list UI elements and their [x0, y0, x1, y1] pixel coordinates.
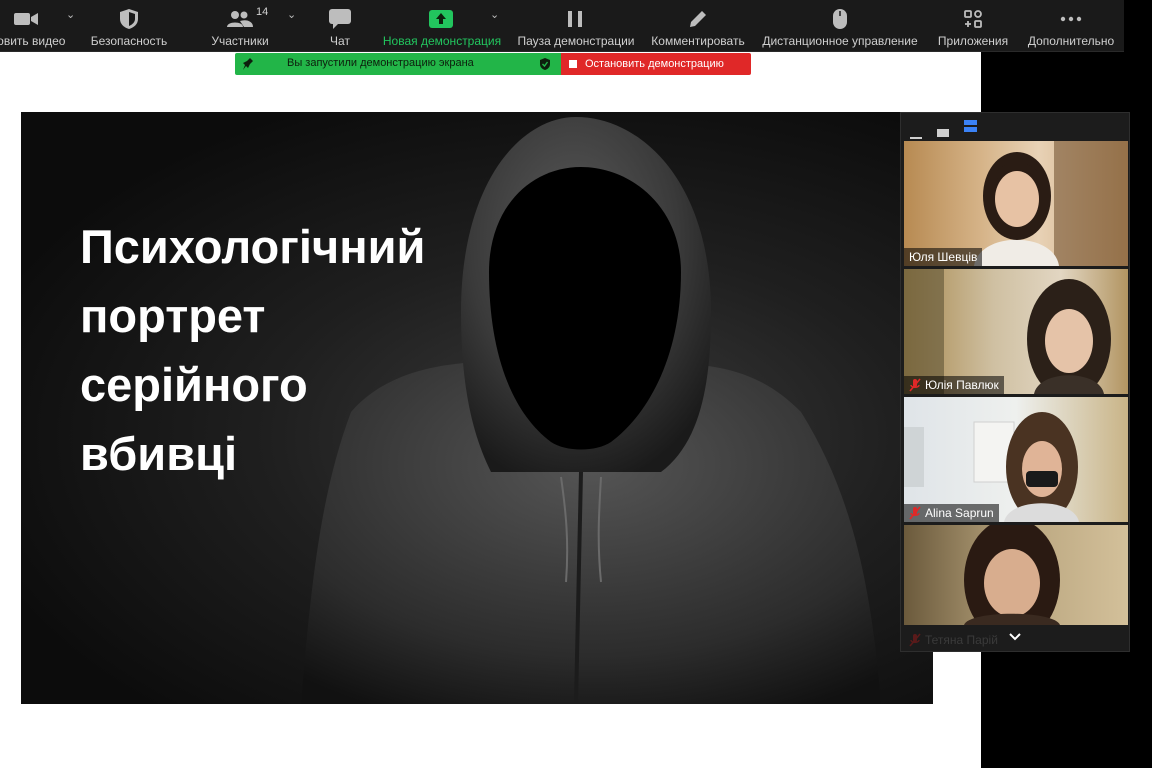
slide-title-line: Психологічний [80, 220, 426, 273]
new-share-label: Новая демонстрация [382, 34, 502, 48]
sharing-status[interactable]: Вы запустили демонстрацию экрана [235, 53, 561, 75]
chevron-down-icon[interactable] [1009, 629, 1021, 644]
participants-button[interactable]: 14 ⌄ Участники [203, 0, 296, 52]
participant-name-label: Тетяна Парій [925, 633, 998, 647]
participant-video-tile[interactable]: Юля Шевців [904, 141, 1128, 266]
slide-title-line: портрет [80, 289, 266, 342]
gallery-strip-icon[interactable] [964, 120, 977, 138]
apps-icon [963, 9, 983, 29]
share-status-banner: Вы запустили демонстрацию экрана Останов… [235, 53, 751, 75]
new-share-button[interactable]: ⌄ Новая демонстрация [380, 0, 504, 52]
participant-name: Alina Saprun [904, 504, 999, 522]
video-gallery-panel: Юля Шевців Юлія Павлюк Alina Saprun Тетя… [900, 112, 1130, 652]
chevron-down-icon[interactable]: ⌄ [287, 8, 296, 21]
pencil-icon [688, 9, 708, 29]
muted-mic-icon [909, 633, 921, 647]
participant-name-label: Юлія Павлюк [925, 378, 999, 392]
more-dots-icon [1060, 9, 1082, 29]
participant-video-tile[interactable]: Юлія Павлюк [904, 269, 1128, 394]
participant-video-image [964, 525, 1060, 625]
remote-control-label: Дистанционное управление [762, 34, 918, 48]
stop-share-label: Остановить демонстрацию [585, 58, 724, 70]
gallery-view-controls [901, 113, 1129, 140]
participant-name-label: Юля Шевців [909, 250, 978, 264]
pause-share-label: Пауза демонстрации [517, 34, 635, 48]
participant-video-tile[interactable]: Alina Saprun [904, 397, 1128, 522]
pause-icon [567, 9, 583, 29]
chevron-down-icon[interactable]: ⌄ [490, 8, 499, 21]
participant-name: Юлія Павлюк [904, 376, 1004, 394]
participants-count: 14 [256, 6, 269, 18]
more-label: Дополнительно [1027, 34, 1115, 48]
slide-title: Психологічний портрет серійного вбивці [80, 212, 425, 488]
remote-control-button[interactable]: Дистанционное управление [759, 0, 921, 52]
security-button[interactable]: Безопасность [88, 0, 170, 52]
annotate-button[interactable]: Комментировать [648, 0, 748, 52]
sharing-status-text: Вы запустили демонстрацию экрана [287, 57, 474, 69]
stop-video-button[interactable]: ⌄ новить видео [0, 0, 80, 52]
participants-icon [227, 9, 253, 29]
more-button[interactable]: Дополнительно [1024, 0, 1118, 52]
apps-label: Приложения [937, 34, 1009, 48]
muted-mic-icon [909, 378, 921, 392]
chat-label: Чат [330, 34, 350, 48]
shield-icon [119, 9, 139, 29]
dark-margin [1124, 0, 1152, 52]
share-arrow-up-icon [429, 9, 453, 29]
security-label: Безопасность [90, 34, 168, 48]
apps-button[interactable]: Приложения [933, 0, 1013, 52]
pause-share-button[interactable]: Пауза демонстрации [515, 0, 637, 52]
participant-name-label: Alina Saprun [925, 506, 994, 520]
chat-bubble-icon [329, 9, 351, 29]
participants-label: Участники [211, 34, 269, 48]
stop-share-button[interactable]: Остановить демонстрацию [561, 53, 751, 75]
chat-button[interactable]: Чат [320, 0, 360, 52]
slide-title-line: серійного [80, 358, 308, 411]
mouse-icon [832, 9, 848, 29]
stop-square-icon [569, 60, 577, 68]
participant-name: Тетяна Парій [904, 631, 1003, 649]
meeting-toolbar: ⌄ новить видео Безопасность 14 ⌄ Участни… [0, 0, 1124, 52]
muted-mic-icon [909, 506, 921, 520]
annotate-label: Комментировать [651, 34, 745, 48]
shared-presentation-slide: Психологічний портрет серійного вбивці [21, 112, 933, 704]
video-camera-icon [14, 9, 38, 29]
shield-check-icon [539, 57, 551, 75]
slide-title-line: вбивці [80, 427, 238, 480]
speaker-view-icon[interactable] [937, 124, 949, 142]
chevron-down-icon[interactable]: ⌄ [66, 8, 75, 21]
stop-video-label: новить видео [0, 34, 66, 48]
participant-name: Юля Шевців [904, 248, 983, 266]
participant-video-tile[interactable] [904, 525, 1128, 625]
pin-icon [242, 57, 254, 75]
